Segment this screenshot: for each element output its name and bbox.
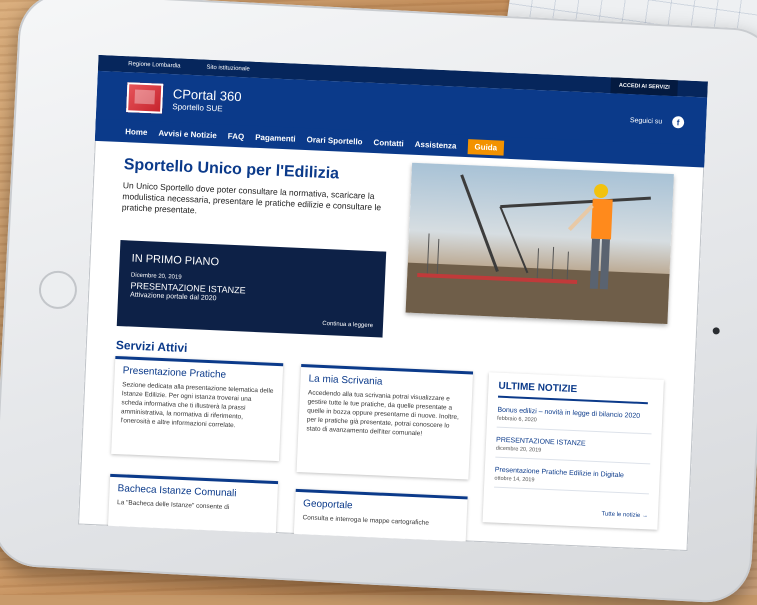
topbar-link-sito[interactable]: Sito istituzionale xyxy=(206,65,250,73)
camera-icon xyxy=(712,327,720,335)
nav-faq[interactable]: FAQ xyxy=(228,131,245,141)
site-title: CPortal 360 xyxy=(172,86,242,105)
site-subtitle: Sportello SUE xyxy=(172,102,223,114)
home-button[interactable] xyxy=(37,269,78,310)
nav-home[interactable]: Home xyxy=(125,127,148,137)
news-item[interactable]: Presentazione Pratiche Edilizie in Digit… xyxy=(494,465,650,495)
card-desc: Consulta e interroga le mappe cartografi… xyxy=(302,514,430,527)
facebook-icon[interactable]: f xyxy=(671,116,685,129)
all-news-link[interactable]: Tutte le notizie → xyxy=(601,511,648,519)
news-panel: ULTIME NOTIZIE Bonus edilizi – novità in… xyxy=(482,372,664,530)
nav-guida[interactable]: Guida xyxy=(467,138,505,156)
nav-pagamenti[interactable]: Pagamenti xyxy=(255,132,296,143)
primo-piano-heading: IN PRIMO PIANO xyxy=(131,252,220,269)
card-scrivania[interactable]: La mia Scrivania Accedendo alla tua scri… xyxy=(296,364,474,480)
news-heading: ULTIME NOTIZIE xyxy=(497,380,649,405)
logo[interactable] xyxy=(126,82,164,114)
card-desc: Accedendo alla tua scrivania potrai visu… xyxy=(306,389,460,438)
hero-intro: Un Unico Sportello dove poter consultare… xyxy=(121,180,382,216)
card-desc: Sezione dedicata alla presentazione tele… xyxy=(120,381,274,430)
topbar-link-regione[interactable]: Regione Lombardia xyxy=(128,61,181,69)
card-desc: La "Bacheca delle Istanze" consente di xyxy=(116,499,230,512)
hero-title: Sportello Unico per l'Edilizia xyxy=(123,156,340,183)
card-presentazione[interactable]: Presentazione Pratiche Sezione dedicata … xyxy=(111,355,284,462)
hero-section: Sportello Unico per l'Edilizia Un Unico … xyxy=(87,149,704,350)
tablet-screen: Regione Lombardia Sito istituzionale ACC… xyxy=(78,54,708,552)
news-item[interactable]: Bonus edilizi – novità in legge di bilan… xyxy=(496,405,653,435)
servizi-title: Servizi Attivi xyxy=(115,337,188,356)
nav-avvisi[interactable]: Avvisi e Notizie xyxy=(158,128,217,140)
news-item[interactable]: PRESENTAZIONE ISTANZE dicembre 20, 2019 xyxy=(495,435,652,465)
hero-photo xyxy=(405,162,674,324)
nav-contatti[interactable]: Contatti xyxy=(373,138,404,148)
construction-illustration xyxy=(405,174,670,324)
follow-label: Seguici su xyxy=(629,116,663,126)
nav-orari[interactable]: Orari Sportello xyxy=(306,135,362,146)
nav-assistenza[interactable]: Assistenza xyxy=(415,139,457,150)
continua-link[interactable]: Continua a leggere xyxy=(322,321,373,329)
brand: CPortal 360 Sportello SUE xyxy=(172,86,242,114)
social-follow: Seguici su f xyxy=(629,114,685,129)
primo-piano-box[interactable]: IN PRIMO PIANO Dicembre 20, 2019 PRESENT… xyxy=(116,240,387,338)
